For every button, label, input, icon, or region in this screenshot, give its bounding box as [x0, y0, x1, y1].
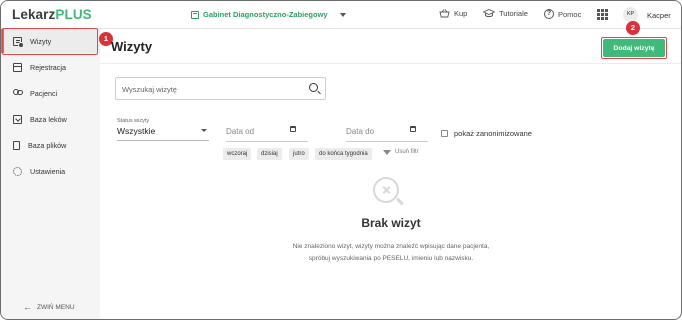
basket-icon	[439, 9, 450, 18]
chip-yesterday[interactable]: wczoraj	[223, 148, 252, 160]
checkbox-icon[interactable]	[441, 130, 448, 137]
chevron-down-icon	[339, 12, 346, 17]
sidebar-item-baza-plikow[interactable]: Baza plików	[1, 133, 100, 157]
calendar-icon[interactable]	[290, 126, 296, 132]
avatar[interactable]: KP	[623, 7, 638, 22]
sidebar-item-baza-lekow[interactable]: Baza leków	[1, 107, 100, 131]
tutorials-label: Tutoriale	[499, 9, 528, 18]
apps-menu-button[interactable]	[597, 9, 608, 20]
anonymized-label: pokaż zanonimizowane	[454, 129, 532, 138]
date-to-field[interactable]: Data do	[346, 126, 428, 141]
calendar-icon[interactable]	[410, 126, 416, 132]
buy-label: Kup	[454, 9, 468, 18]
status-select[interactable]: Wszystkie	[117, 126, 209, 138]
help-label: Pomoc	[558, 9, 582, 19]
status-value: Wszystkie	[117, 126, 156, 136]
clinic-selector[interactable]: Gabinet Diagnostyczno-Zabiegowy	[191, 10, 346, 19]
search-input[interactable]: Wyszukaj wizytę	[115, 77, 326, 100]
help-link[interactable]: ? Pomoc	[544, 9, 581, 19]
chip-end-of-week[interactable]: do końca tygodnia	[315, 148, 372, 160]
sidebar-item-ustawienia[interactable]: Ustawienia	[1, 159, 100, 183]
anonymized-checkbox[interactable]: pokaż zanonimizowane	[441, 129, 532, 138]
sidebar: Wizyty Rejestracja Pacjenci Baza leków B…	[1, 29, 100, 319]
empty-state-line: Nie znaleziono wizyt, wizyty można znale…	[292, 243, 490, 250]
empty-state-title: Brak wizyt	[361, 216, 421, 230]
app-window: LekarzPLUS Gabinet Diagnostyczno-Zabiego…	[0, 0, 682, 320]
search-placeholder: Wyszukaj wizytę	[122, 85, 177, 94]
app-logo[interactable]: LekarzPLUS	[12, 7, 92, 22]
sidebar-item-label: Baza leków	[30, 114, 67, 124]
apps-grid-icon	[597, 9, 608, 20]
clear-filter-button[interactable]: Usuń filtr	[383, 149, 419, 155]
tutorials-link[interactable]: Tutoriale	[483, 9, 528, 18]
header-divider	[100, 63, 681, 64]
date-from-placeholder: Data od	[226, 127, 255, 136]
arrow-left-icon: ←	[23, 302, 32, 312]
filter-off-icon	[383, 149, 391, 155]
top-bar: LekarzPLUS Gabinet Diagnostyczno-Zabiego…	[1, 1, 681, 29]
sidebar-item-label: Baza plików	[28, 140, 67, 150]
collapse-menu-button[interactable]: ← ZWIŃ MENU	[23, 302, 75, 312]
drug-database-icon	[13, 114, 22, 124]
empty-state-text: Nie znaleziono wizyt, wizyty można znale…	[241, 241, 541, 265]
graduation-cap-icon	[483, 9, 495, 18]
status-underline	[117, 140, 209, 141]
page-title: Wizyty	[111, 39, 153, 54]
search-icon[interactable]	[309, 83, 318, 92]
clear-filter-label: Usuń filtr	[395, 149, 419, 155]
logo-plus-text: PLUS	[55, 7, 92, 22]
date-from-underline	[226, 141, 308, 142]
calendar-icon	[13, 62, 22, 72]
files-icon	[13, 140, 20, 150]
status-label: Status wizyty	[117, 118, 150, 124]
help-icon: ?	[544, 9, 554, 19]
step-badge-2: 2	[626, 21, 640, 35]
collapse-menu-label: ZWIŃ MENU	[37, 303, 75, 311]
sidebar-item-label: Pacjenci	[30, 88, 58, 98]
highlight-box-1	[2, 28, 98, 55]
gear-icon	[13, 166, 22, 176]
sidebar-item-rejestracja[interactable]: Rejestracja	[1, 55, 100, 79]
sidebar-item-pacjenci[interactable]: Pacjenci	[1, 81, 100, 105]
clinic-icon	[191, 10, 199, 19]
sidebar-item-label: Ustawienia	[30, 166, 66, 176]
chip-today[interactable]: dzisiaj	[257, 148, 282, 160]
empty-state-line: spróbuj wyszukiwania po PESELU, imieniu …	[308, 255, 474, 262]
date-to-underline	[346, 141, 428, 142]
user-name[interactable]: Kacper	[647, 11, 671, 20]
date-to-placeholder: Data do	[346, 127, 375, 136]
chevron-down-icon	[201, 129, 207, 132]
highlight-box-2	[601, 37, 667, 59]
buy-link[interactable]: Kup	[439, 9, 467, 18]
no-results-icon-handle	[396, 197, 404, 205]
chip-tomorrow[interactable]: jutro	[289, 148, 309, 160]
clinic-name: Gabinet Diagnostyczno-Zabiegowy	[203, 10, 328, 19]
patients-icon	[13, 88, 23, 98]
sidebar-item-label: Rejestracja	[30, 62, 66, 72]
logo-text: Lekarz	[12, 7, 56, 22]
date-from-field[interactable]: Data od	[226, 126, 308, 141]
